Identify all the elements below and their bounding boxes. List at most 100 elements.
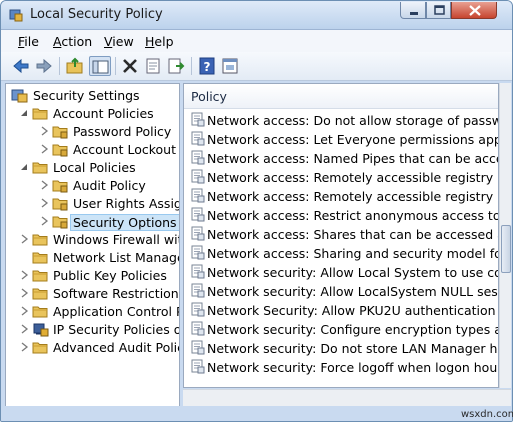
close-icon [469,5,481,16]
toolbar: ? [1,52,512,81]
menu-view[interactable]: View [104,34,134,49]
policy-name: Network security: Force logoff when logo… [207,360,499,375]
expand-arrow-icon[interactable] [19,234,29,244]
policy-list[interactable]: Policy Network access: Do not allow stor… [183,83,499,388]
console-icon [222,58,238,74]
tree-item-label: Network List Manager P [53,250,179,265]
expand-arrow-icon[interactable] [39,216,49,226]
policy-icon [191,264,205,279]
properties-button[interactable] [143,56,163,76]
policy-name: Network access: Remotely accessible regi… [207,170,498,185]
horizontal-scrollbar[interactable] [183,389,511,406]
expand-arrow-icon[interactable] [39,126,49,136]
maximize-button[interactable] [426,2,451,19]
help-icon: ? [199,57,215,75]
expand-arrow-icon[interactable] [39,198,49,208]
watermark: wsxdn.com [461,409,513,420]
console-button[interactable] [220,56,240,76]
policy-name: Network security: Do not store LAN Manag… [207,341,498,356]
tree-item-label: User Rights Assignm [73,196,179,211]
tree-item-label: Windows Firewall with A [53,232,179,247]
policy-icon [191,340,205,355]
policy-icon [191,112,205,127]
tree-item-label: Application Control Pol [53,304,179,319]
policy-icon [191,188,205,203]
expand-arrow-icon[interactable] [19,342,29,352]
toolbar-separator [59,57,60,75]
tree-item-label: Account Lockout Po [73,142,179,157]
expand-arrow-icon[interactable] [19,270,29,280]
column-header-policy[interactable]: Policy [184,84,498,109]
vertical-scrollbar[interactable] [499,83,511,388]
folder-icon [32,288,48,300]
policy-name: Network access: Let Everyone permissions… [207,132,498,147]
show-hide-tree-button[interactable] [89,56,111,76]
policy-icon [191,359,205,374]
title-bar[interactable]: Local Security Policy [1,1,512,30]
back-icon [13,58,29,74]
tree-item-label: IP Security Policies on L [53,322,179,337]
folder-icon [52,198,68,211]
folder-icon [32,270,48,282]
status-bar [1,406,512,421]
scrollbar-thumb[interactable] [501,225,511,273]
policy-name: Network Security: Allow PKU2U authentica… [207,303,498,318]
export-list-icon [168,58,185,74]
menu-help[interactable]: Help [145,34,174,49]
expand-arrow-icon[interactable] [39,180,49,190]
collapse-arrow-icon[interactable] [19,162,29,172]
policy-icon [191,245,205,260]
tree-item-label: Password Policy [73,124,172,139]
delete-icon [123,59,137,73]
expand-arrow-icon[interactable] [19,324,29,334]
tree-item-label: Security Options [70,214,179,231]
toolbar-separator [115,57,116,75]
policy-name: Network access: Do not allow storage of … [207,113,498,128]
expand-arrow-icon[interactable] [19,288,29,298]
minimize-button[interactable] [400,2,426,19]
policy-name: Network security: Configure encryption t… [207,322,498,337]
folder-icon [52,180,68,193]
security-settings-icon [11,89,28,103]
ip-security-icon [33,323,49,337]
folder-icon [32,342,48,354]
security-policy-icon [9,9,23,22]
forward-icon [36,58,52,74]
export-list-button[interactable] [166,56,186,76]
policy-name: Network security: Allow Local System to … [207,265,498,280]
back-button[interactable] [11,56,31,76]
tree-item-label: Local Policies [53,160,136,175]
svg-text:?: ? [204,60,211,74]
folder-icon [52,126,68,139]
properties-icon [146,58,160,74]
up-folder-icon [66,57,83,74]
delete-button[interactable] [120,56,140,76]
expand-arrow-icon[interactable] [19,306,29,316]
collapse-arrow-icon[interactable] [19,108,29,118]
policy-icon [191,207,205,222]
policy-icon [191,169,205,184]
up-folder-button[interactable] [65,56,85,76]
policy-icon [191,302,205,317]
toolbar-separator [191,57,192,75]
menu-file[interactable]: File [18,34,39,49]
policy-name: Network security: Allow LocalSystem NULL… [207,284,498,299]
folder-icon [32,306,48,318]
window: Local Security Policy File Action View H… [0,0,513,422]
tree-item-label: Advanced Audit Policy [53,340,180,355]
close-button[interactable] [451,2,497,19]
forward-button[interactable] [34,56,54,76]
tree-item-label: Audit Policy [73,178,146,193]
console-tree[interactable]: Security Settings Account Policies Passwo… [5,83,180,418]
expand-arrow-icon[interactable] [39,144,49,154]
help-button[interactable]: ? [197,56,217,76]
menu-action[interactable]: Action [53,34,92,49]
tree-item-label: Software Restriction Po [53,286,179,301]
menu-bar: File Action View Help [1,30,512,52]
policy-name: Network access: Restrict anonymous acces… [207,208,498,223]
policy-icon [191,321,205,336]
policy-name: Network access: Sharing and security mod… [207,246,498,261]
folder-icon [52,216,68,229]
policy-name: Network access: Remotely accessible regi… [207,189,498,204]
policy-icon [191,150,205,165]
